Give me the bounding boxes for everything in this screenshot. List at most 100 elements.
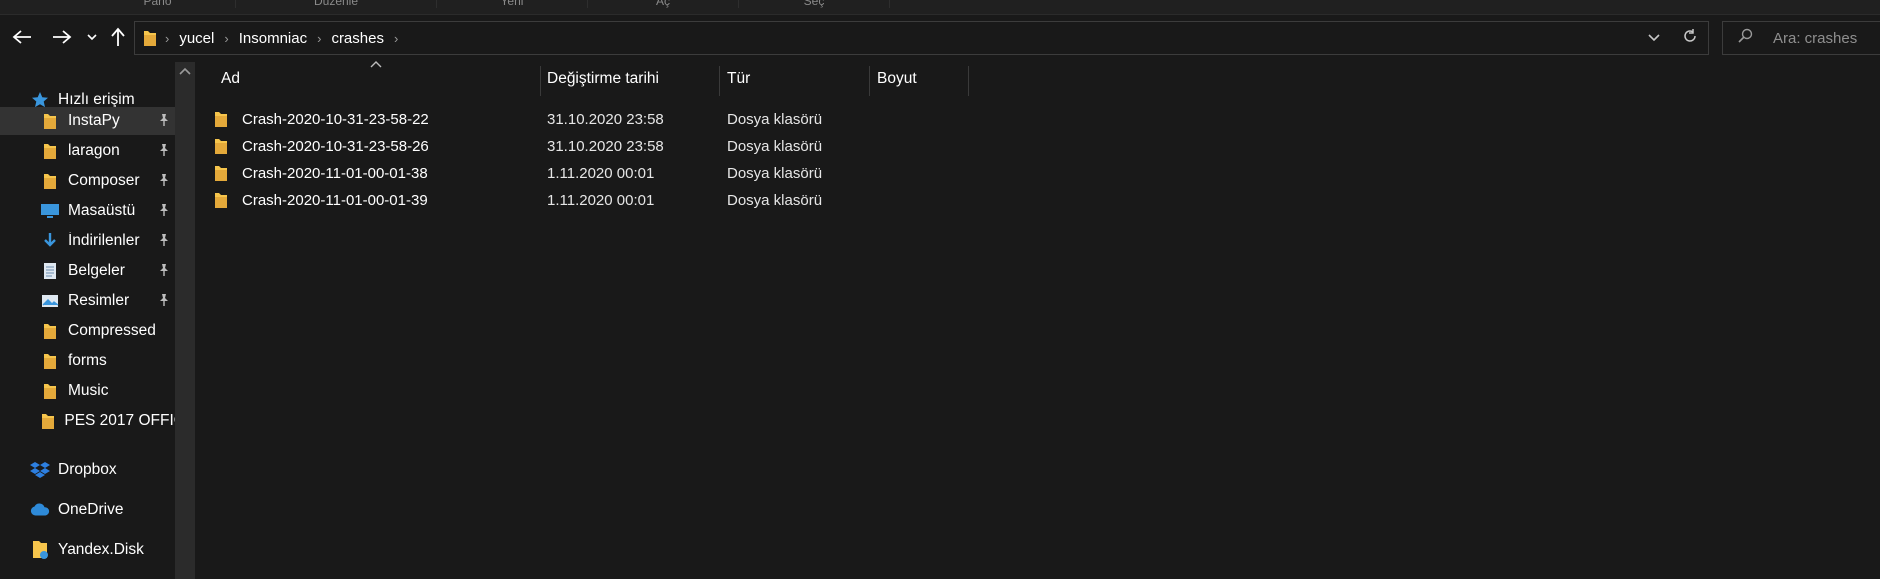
sidebar-item-label: PES 2017 OFFICIA (64, 412, 175, 429)
sidebar-item-resimler[interactable]: Resimler (0, 287, 175, 315)
column-divider[interactable] (869, 66, 870, 96)
sidebar-item-label: laragon (68, 142, 120, 159)
sidebar-item-dropbox[interactable]: Dropbox (0, 456, 175, 484)
column-header-label: Tür (727, 70, 751, 87)
ribbon-group-open: Aç (588, 0, 739, 8)
sidebar-item-onedrive[interactable]: OneDrive (0, 496, 175, 524)
pin-icon[interactable] (158, 113, 172, 129)
sidebar-item-i-ndirilenler[interactable]: İndirilenler (0, 227, 175, 255)
refresh-button[interactable] (1682, 28, 1698, 49)
back-button[interactable] (8, 23, 36, 51)
ribbon-group-new: Yeni (437, 0, 588, 8)
sidebar-item-label: forms (68, 352, 107, 369)
address-history-dropdown[interactable] (1648, 29, 1660, 47)
column-header-name[interactable]: Ad (221, 62, 531, 96)
sidebar-item-composer[interactable]: Composer (0, 167, 175, 195)
sidebar-item-label: OneDrive (58, 501, 124, 518)
ribbon-group-organize: Düzenle (236, 0, 437, 8)
sidebar-item-label: Composer (68, 172, 140, 189)
column-divider[interactable] (719, 66, 720, 96)
pin-icon[interactable] (158, 143, 172, 159)
file-modified: 31.10.2020 23:58 (547, 110, 664, 128)
ribbon-group-clipboard: Pano (80, 0, 236, 8)
sidebar-item-label: Dropbox (58, 461, 117, 478)
scroll-up-icon[interactable] (179, 66, 191, 76)
search-input[interactable] (1773, 27, 1878, 49)
column-header-label: Boyut (877, 70, 917, 87)
sidebar-item-label: Music (68, 382, 109, 399)
pin-icon[interactable] (158, 233, 172, 249)
up-button[interactable] (104, 23, 132, 51)
sidebar-item-belgeler[interactable]: Belgeler (0, 257, 175, 285)
column-header-size[interactable]: Boyut (877, 62, 967, 96)
column-header-type[interactable]: Tür (727, 62, 827, 96)
sidebar-item-label: Resimler (68, 292, 130, 309)
sidebar-item-yandex-disk[interactable]: Yandex.Disk (0, 536, 175, 564)
ribbon-group-label: Pano (143, 0, 172, 8)
table-row[interactable]: Crash-2020-11-01-00-01-38 1.11.2020 00:01… (215, 160, 1420, 186)
yandex-disk-icon (30, 540, 50, 560)
ribbon-group-label: Düzenle (313, 0, 359, 8)
column-header-label: Değiştirme tarihi (547, 70, 659, 87)
pin-icon[interactable] (158, 293, 172, 309)
arrow-left-icon (12, 30, 31, 44)
column-header-label: Ad (221, 70, 240, 87)
address-actions (1648, 22, 1698, 54)
folder-icon (40, 411, 56, 431)
sidebar-item-compressed[interactable]: Compressed (0, 317, 175, 345)
breadcrumb-insomniac[interactable]: Insomniac (239, 30, 307, 47)
folder-icon (40, 141, 60, 161)
folder-icon (143, 29, 157, 47)
navigation-bar: › yucel › Insomniac › crashes › (0, 15, 1880, 61)
address-bar[interactable]: › yucel › Insomniac › crashes › (134, 21, 1709, 55)
sidebar-item-forms[interactable]: forms (0, 347, 175, 375)
column-header-modified[interactable]: Değiştirme tarihi (547, 62, 697, 96)
download-icon (40, 231, 60, 251)
sidebar-item-label: İndirilenler (68, 232, 140, 249)
file-type: Dosya klasörü (727, 110, 823, 128)
folder-icon (214, 160, 228, 186)
column-divider[interactable] (540, 66, 541, 96)
folder-icon (40, 111, 60, 131)
breadcrumb-separator-icon[interactable]: › (394, 31, 398, 46)
navigation-pane: Hızlı erişim InstaPy laragon Composer Masaü… (0, 62, 175, 579)
table-row[interactable]: Crash-2020-11-01-00-01-39 1.11.2020 00:01… (215, 187, 1420, 213)
pin-icon[interactable] (158, 263, 172, 279)
file-type: Dosya klasörü (727, 137, 823, 155)
sidebar-item-label: Yandex.Disk (58, 541, 144, 558)
breadcrumb-yucel[interactable]: yucel (179, 30, 214, 47)
sidebar-item-label: Compressed (68, 322, 156, 339)
recent-locations-button[interactable] (80, 23, 104, 51)
file-type: Dosya klasörü (727, 191, 823, 209)
pin-icon[interactable] (158, 173, 172, 189)
file-name: Crash-2020-10-31-23-58-26 (242, 137, 429, 155)
file-type: Dosya klasörü (727, 164, 823, 182)
column-divider[interactable] (968, 66, 969, 96)
pin-icon[interactable] (158, 203, 172, 219)
sidebar-scrollbar[interactable] (175, 62, 195, 579)
forward-button[interactable] (48, 23, 76, 51)
search-box[interactable] (1722, 21, 1880, 55)
desktop-icon (40, 201, 60, 221)
table-row[interactable]: Crash-2020-10-31-23-58-22 31.10.2020 23:5… (215, 106, 1420, 132)
file-name: Crash-2020-11-01-00-01-39 (242, 191, 428, 209)
sidebar-item-instapy[interactable]: InstaPy (0, 107, 175, 135)
sidebar-item-music[interactable]: Music (0, 377, 175, 405)
arrow-right-icon (53, 30, 72, 44)
pictures-icon (40, 291, 60, 311)
ribbon-group-label: Aç (655, 0, 670, 8)
breadcrumb-crashes[interactable]: crashes (331, 30, 384, 47)
file-modified: 31.10.2020 23:58 (547, 137, 664, 155)
file-modified: 1.11.2020 00:01 (547, 164, 655, 182)
folder-icon (40, 171, 60, 191)
folder-icon (214, 106, 228, 132)
arrow-up-icon (111, 27, 125, 46)
sidebar-item-masaüstü[interactable]: Masaüstü (0, 197, 175, 225)
table-row[interactable]: Crash-2020-10-31-23-58-26 31.10.2020 23:5… (215, 133, 1420, 159)
file-name: Crash-2020-10-31-23-58-22 (242, 110, 429, 128)
breadcrumb-separator-icon: › (317, 30, 322, 46)
sidebar-item-label: Belgeler (68, 262, 125, 279)
chevron-down-icon (1648, 34, 1660, 42)
sidebar-item-laragon[interactable]: laragon (0, 137, 175, 165)
sidebar-item-pes-2017-officia[interactable]: PES 2017 OFFICIA (0, 407, 175, 435)
